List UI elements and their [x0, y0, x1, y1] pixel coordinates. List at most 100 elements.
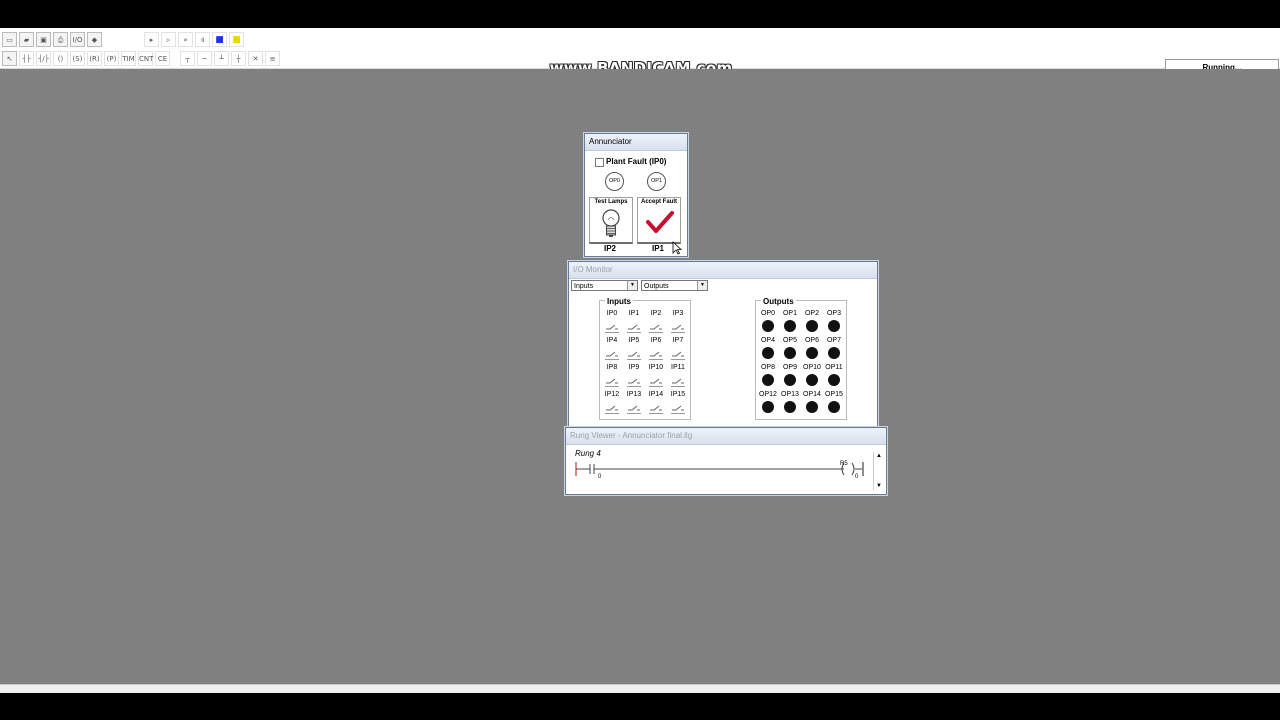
set-coil-icon[interactable]: (S)	[70, 50, 85, 66]
chevron-down-icon[interactable]: ▼	[627, 281, 637, 290]
switch-icon[interactable]	[649, 320, 663, 333]
branch-up-icon[interactable]: ┴	[214, 50, 229, 66]
input-cell[interactable]: IP5	[623, 337, 645, 364]
plant-fault-checkbox[interactable]	[595, 158, 604, 167]
timer-icon[interactable]: TIM	[121, 50, 136, 66]
inputs-group-label: Inputs	[605, 297, 633, 306]
input-label: IP0	[606, 310, 618, 317]
switch-icon[interactable]	[649, 401, 663, 414]
output-lamp-icon	[806, 401, 818, 413]
input-label: IP1	[628, 310, 640, 317]
rung-scrollbar[interactable]: ▲ ▼	[873, 452, 884, 490]
switch-icon[interactable]	[671, 320, 685, 333]
output-lamp-icon	[828, 320, 840, 332]
input-label: IP12	[604, 391, 620, 398]
chevron-down-icon[interactable]: ▼	[697, 281, 707, 290]
input-cell[interactable]: IP1	[623, 310, 645, 337]
pause-icon[interactable]: ॥	[195, 31, 210, 47]
fast-forward-icon[interactable]: »	[178, 31, 193, 47]
switch-icon[interactable]	[605, 320, 619, 333]
annunciator-title[interactable]: Annunciator	[585, 134, 687, 151]
highlight-icon[interactable]: ■	[229, 31, 244, 47]
switch-icon[interactable]	[627, 374, 641, 387]
input-cell[interactable]: IP2	[645, 310, 667, 337]
input-cell[interactable]: IP3	[667, 310, 689, 337]
io-mode-icon[interactable]: I/O	[70, 31, 85, 47]
bottom-status-bar	[0, 684, 1280, 693]
compare-icon[interactable]: CE	[155, 50, 170, 66]
scroll-down-icon[interactable]: ▼	[874, 482, 884, 490]
switch-icon[interactable]	[649, 347, 663, 360]
input-cell[interactable]: IP14	[645, 391, 667, 418]
lamp-op0: OP0	[605, 172, 624, 191]
counter-icon[interactable]: CNT	[138, 50, 153, 66]
switch-icon[interactable]	[605, 374, 619, 387]
delete-icon[interactable]: ✕	[248, 50, 263, 66]
print-icon[interactable]: ⎙	[53, 31, 68, 47]
open-folder-icon[interactable]: ▰	[19, 31, 34, 47]
input-cell[interactable]: IP12	[601, 391, 623, 418]
switch-icon[interactable]	[605, 401, 619, 414]
output-cell: OP9	[779, 364, 801, 391]
contact-no-icon[interactable]: ┤├	[19, 50, 34, 66]
input-cell[interactable]: IP7	[667, 337, 689, 364]
switch-icon[interactable]	[627, 320, 641, 333]
toolbar-row-ladder: ↖ ┤├ ┤/├ () (S) (R) (P) TIM CNT CE ┬ ─ ┴…	[2, 49, 282, 67]
switch-icon[interactable]	[671, 347, 685, 360]
wire-vertical-icon[interactable]: ┼	[231, 50, 246, 66]
eraser-icon[interactable]: ◆	[87, 31, 102, 47]
input-cell[interactable]: IP9	[623, 364, 645, 391]
input-cell[interactable]: IP8	[601, 364, 623, 391]
switch-icon[interactable]	[671, 401, 685, 414]
inputs-dropdown[interactable]: Inputs ▼	[571, 280, 638, 291]
output-lamp-icon	[806, 320, 818, 332]
output-label: OP2	[804, 310, 819, 317]
output-cell: OP3	[823, 310, 845, 337]
branch-icon[interactable]: ┬	[180, 50, 195, 66]
output-label: OP15	[825, 391, 843, 398]
switch-icon[interactable]	[649, 374, 663, 387]
input-cell[interactable]: IP4	[601, 337, 623, 364]
output-cell: OP2	[801, 310, 823, 337]
input-cell[interactable]: IP0	[601, 310, 623, 337]
save-icon[interactable]: ▣	[36, 31, 51, 47]
output-label: OP10	[803, 364, 821, 371]
scroll-up-icon[interactable]: ▲	[874, 452, 884, 460]
step-icon[interactable]: ▹	[161, 31, 176, 47]
contact-nc-icon[interactable]: ┤/├	[36, 50, 51, 66]
annunciator-window: Annunciator Plant Fault (IP0) OP0 OP1 Te…	[584, 133, 688, 257]
input-cell[interactable]: IP6	[645, 337, 667, 364]
outputs-dropdown[interactable]: Outputs ▼	[641, 280, 708, 291]
switch-icon[interactable]	[671, 374, 685, 387]
test-lamps-button[interactable]: Test Lamps	[589, 197, 633, 244]
new-file-icon[interactable]: ▭	[2, 31, 17, 47]
switch-icon[interactable]	[605, 347, 619, 360]
input-cell[interactable]: IP15	[667, 391, 689, 418]
checkmark-icon	[646, 211, 674, 233]
switch-icon[interactable]	[627, 401, 641, 414]
output-label: OP9	[782, 364, 797, 371]
play-icon[interactable]: ▸	[144, 31, 159, 47]
pointer-icon[interactable]: ↖	[2, 50, 17, 66]
output-label: OP13	[781, 391, 799, 398]
output-cell: OP13	[779, 391, 801, 418]
pulse-icon[interactable]: (P)	[104, 50, 119, 66]
output-label: OP7	[826, 337, 841, 344]
plant-fault-label[interactable]: Plant Fault (IP0)	[606, 157, 666, 166]
accept-fault-button[interactable]: Accept Fault	[637, 197, 681, 244]
rung-viewer-title[interactable]: Rung Viewer - Annunciator final.llg	[566, 428, 886, 445]
input-cell[interactable]: IP10	[645, 364, 667, 391]
coil-icon[interactable]: ()	[53, 50, 68, 66]
output-label: OP1	[782, 310, 797, 317]
wire-icon[interactable]: ─	[197, 50, 212, 66]
io-monitor-title[interactable]: I/O Monitor	[569, 262, 877, 279]
delete-row-icon[interactable]: ≡	[265, 50, 280, 66]
output-cell: OP7	[823, 337, 845, 364]
inputs-group: Inputs IP0 IP1 IP2 IP3 IP4 IP5 IP6 IP7 IP8 IP9 IP1…	[599, 297, 691, 420]
input-cell[interactable]: IP13	[623, 391, 645, 418]
reset-coil-icon[interactable]: (R)	[87, 50, 102, 66]
switch-icon[interactable]	[627, 347, 641, 360]
output-cell: OP1	[779, 310, 801, 337]
stop-icon[interactable]: ■	[212, 31, 227, 47]
input-cell[interactable]: IP11	[667, 364, 689, 391]
